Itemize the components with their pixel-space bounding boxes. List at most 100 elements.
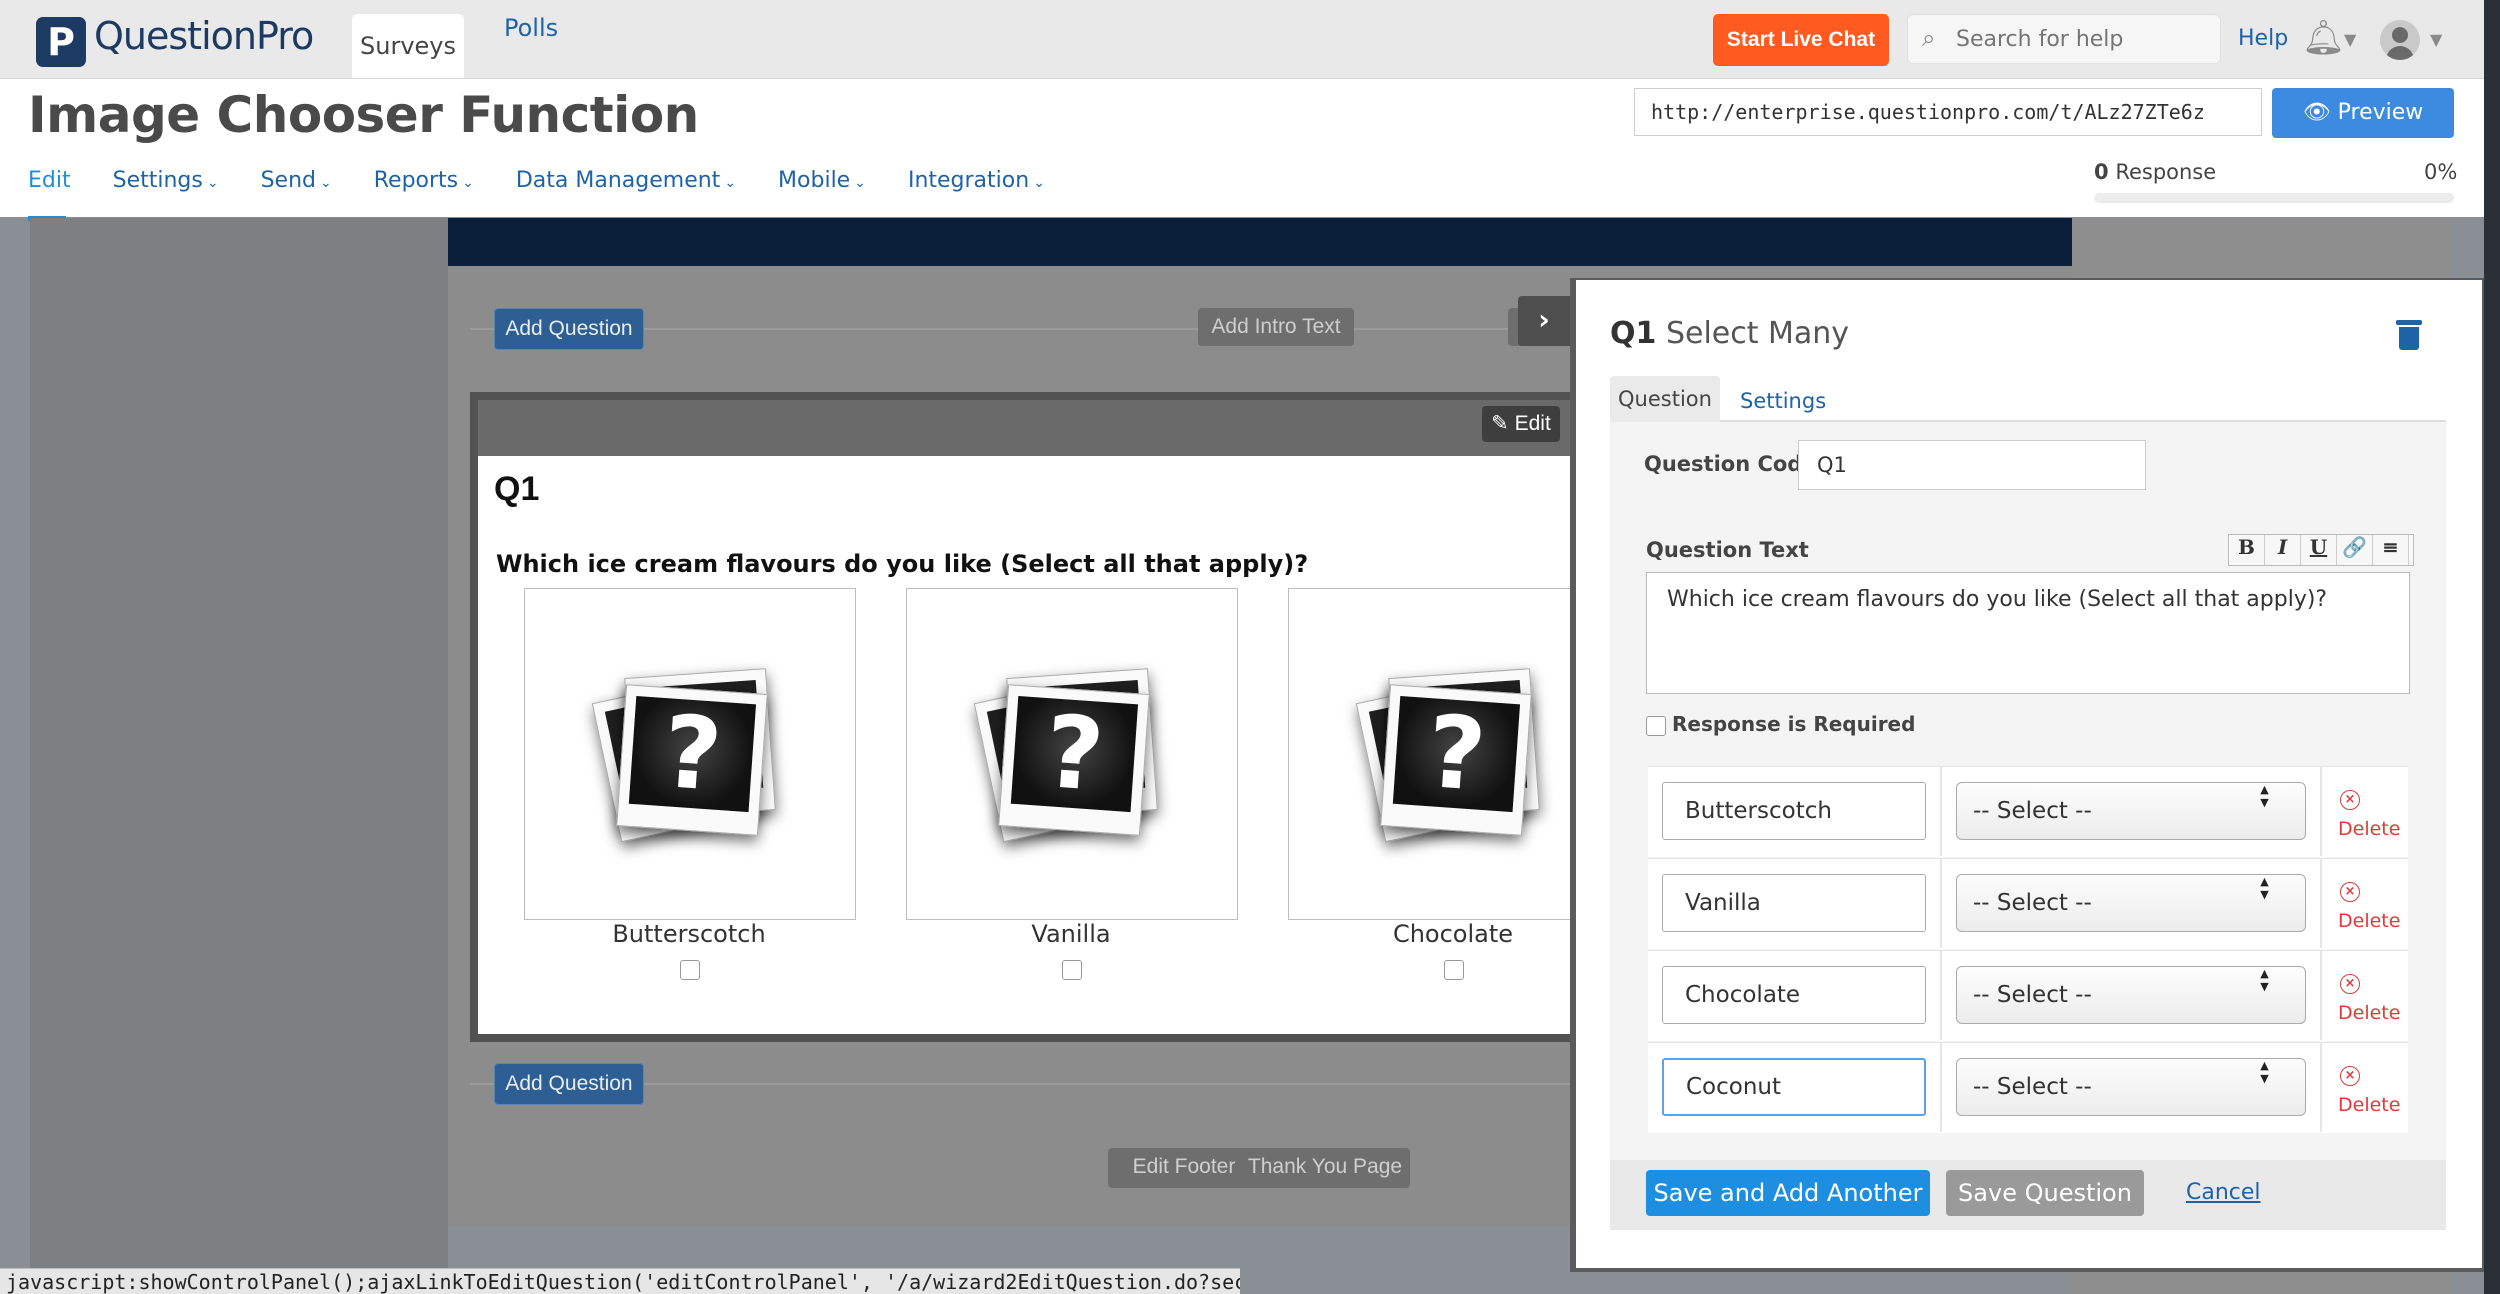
survey-subnav: Edit Settings ⌄ Send ⌄ Reports ⌄ Data Managemen…	[28, 168, 1087, 204]
option-image[interactable]: ?	[906, 588, 1238, 920]
chevron-down-icon[interactable]: ▼	[2430, 30, 2442, 49]
subnav-label: Mobile	[778, 168, 851, 193]
panel-q-type: Select Many	[1665, 316, 1850, 351]
preview-button[interactable]: 👁︎ Preview	[2272, 88, 2454, 138]
search-icon: ⌕	[1922, 24, 1936, 52]
survey-banner	[448, 218, 2072, 266]
select-arrows-icon: ▲▼	[2258, 783, 2271, 809]
page-title: Image Chooser Function	[28, 86, 699, 144]
delete-choice-link[interactable]: Delete	[2338, 1002, 2400, 1024]
delete-icon[interactable]: ×	[2340, 790, 2360, 810]
delete-choice-link[interactable]: Delete	[2338, 1094, 2400, 1116]
help-search[interactable]: ⌕	[1907, 14, 2221, 64]
row-divider	[2320, 1042, 2322, 1132]
pencil-icon: ✎	[1491, 412, 1509, 435]
italic-icon[interactable]: I	[2265, 535, 2301, 565]
help-search-input[interactable]	[1954, 21, 2208, 57]
nav-polls[interactable]: Polls	[504, 14, 558, 78]
question-code-input[interactable]	[1798, 440, 2146, 490]
tab-settings[interactable]: Settings	[1740, 376, 1826, 422]
brand-name[interactable]: QuestionPro	[94, 14, 314, 58]
save-question-button[interactable]: Save Question	[1946, 1170, 2144, 1216]
choice-image-select[interactable]: -- Select -- ▲▼	[1956, 782, 2306, 840]
subnav-item-reports[interactable]: Reports ⌄	[374, 168, 474, 204]
bold-icon[interactable]: B	[2229, 535, 2265, 565]
required-checkbox[interactable]	[1646, 716, 1666, 736]
choice-image-select[interactable]: -- Select -- ▲▼	[1956, 966, 2306, 1024]
save-and-add-another-button[interactable]: Save and Add Another	[1646, 1170, 1930, 1216]
option-checkbox[interactable]	[680, 960, 700, 980]
underline-icon[interactable]: U	[2301, 535, 2337, 565]
chevron-down-icon: ⌄	[1033, 175, 1045, 191]
choice-text-input[interactable]	[1662, 966, 1926, 1024]
question-number: Q1	[494, 470, 540, 508]
eye-icon: 👁︎	[2302, 100, 2338, 125]
choice-text-input[interactable]	[1662, 1058, 1926, 1116]
question-card-toolbar	[478, 400, 1590, 456]
subnav-label: Edit	[28, 168, 71, 193]
subnav-item-settings[interactable]: Settings ⌄	[113, 168, 219, 204]
start-live-chat-button[interactable]: Start Live Chat	[1713, 14, 1889, 66]
subnav-item-integration[interactable]: Integration ⌄	[908, 168, 1045, 204]
desktop-edge	[2484, 0, 2500, 1294]
edit-footer-button[interactable]: Edit Footer	[1108, 1148, 1260, 1188]
chevron-down-icon: ⌄	[854, 175, 866, 191]
select-value: -- Select --	[1973, 890, 2092, 916]
chevron-down-icon[interactable]: ▼	[2344, 30, 2356, 49]
choice-text-input[interactable]	[1662, 874, 1926, 932]
select-value: -- Select --	[1973, 798, 2092, 824]
option-image[interactable]: ?	[524, 588, 856, 920]
row-divider	[1940, 766, 1942, 856]
trash-icon[interactable]	[2396, 320, 2422, 350]
help-link[interactable]: Help	[2238, 26, 2288, 51]
chevron-right-icon[interactable]: ›	[1518, 296, 1570, 346]
thank-you-page-button[interactable]: Thank You Page	[1240, 1148, 1410, 1188]
bell-icon[interactable]: 🔔︎	[2302, 18, 2345, 58]
align-center-icon[interactable]: ≡	[2373, 535, 2409, 565]
delete-choice-link[interactable]: Delete	[2338, 910, 2400, 932]
row-divider	[2320, 766, 2322, 856]
left-gutter	[30, 218, 448, 1274]
edit-question-button[interactable]: ✎ Edit	[1482, 406, 1560, 442]
rich-text-toolbar: B I U 🔗 ≡	[2228, 534, 2414, 566]
add-intro-text-button[interactable]: Add Intro Text	[1198, 308, 1354, 346]
option-checkbox[interactable]	[1062, 960, 1082, 980]
add-question-button[interactable]: Add Question	[494, 308, 644, 350]
missing-image-icon: ?	[1355, 659, 1540, 849]
subnav-item-mobile[interactable]: Mobile ⌄	[778, 168, 866, 204]
select-arrows-icon: ▲▼	[2258, 875, 2271, 901]
question-text-label: Question Text	[1646, 538, 1809, 562]
nav-surveys[interactable]: Surveys	[352, 14, 464, 78]
row-divider	[1940, 1042, 1942, 1132]
tab-question[interactable]: Question	[1610, 376, 1720, 422]
subnav-label: Send	[260, 168, 316, 193]
cancel-link[interactable]: Cancel	[2186, 1180, 2261, 1205]
delete-icon[interactable]: ×	[2340, 882, 2360, 902]
question-text-input[interactable]: Which ice cream flavours do you like (Se…	[1646, 572, 2410, 694]
choice-image-select[interactable]: -- Select -- ▲▼	[1956, 1058, 2306, 1116]
response-count-label: Response	[2115, 160, 2217, 184]
subnav-item-data-management[interactable]: Data Management ⌄	[516, 168, 736, 204]
subnav-label: Data Management	[515, 168, 721, 193]
delete-choice-link[interactable]: Delete	[2338, 818, 2400, 840]
option-checkbox[interactable]	[1444, 960, 1464, 980]
link-icon[interactable]: 🔗	[2337, 535, 2373, 565]
add-question-button[interactable]: Add Question	[494, 1063, 644, 1105]
subnav-label: Settings	[112, 168, 203, 193]
delete-icon[interactable]: ×	[2340, 1066, 2360, 1086]
choice-image-select[interactable]: -- Select -- ▲▼	[1956, 874, 2306, 932]
logo-icon[interactable]: P	[36, 17, 86, 67]
panel-title: Q1 Select Many	[1610, 316, 1849, 351]
survey-url-field[interactable]	[1634, 88, 2262, 136]
edit-label: Edit	[1514, 412, 1551, 435]
chevron-down-icon: ⌄	[724, 175, 737, 191]
subnav-item-edit[interactable]: Edit	[28, 168, 71, 204]
response-progress-bar	[2094, 193, 2454, 203]
choice-text-input[interactable]	[1662, 782, 1926, 840]
panel-q-number: Q1	[1610, 316, 1657, 351]
avatar[interactable]	[2380, 20, 2420, 60]
question-text: Which ice cream flavours do you like (Se…	[496, 550, 1309, 578]
delete-icon[interactable]: ×	[2340, 974, 2360, 994]
browser-status-bar: javascript:showControlPanel();ajaxLinkTo…	[0, 1268, 1240, 1294]
subnav-item-send[interactable]: Send ⌄	[261, 168, 332, 204]
